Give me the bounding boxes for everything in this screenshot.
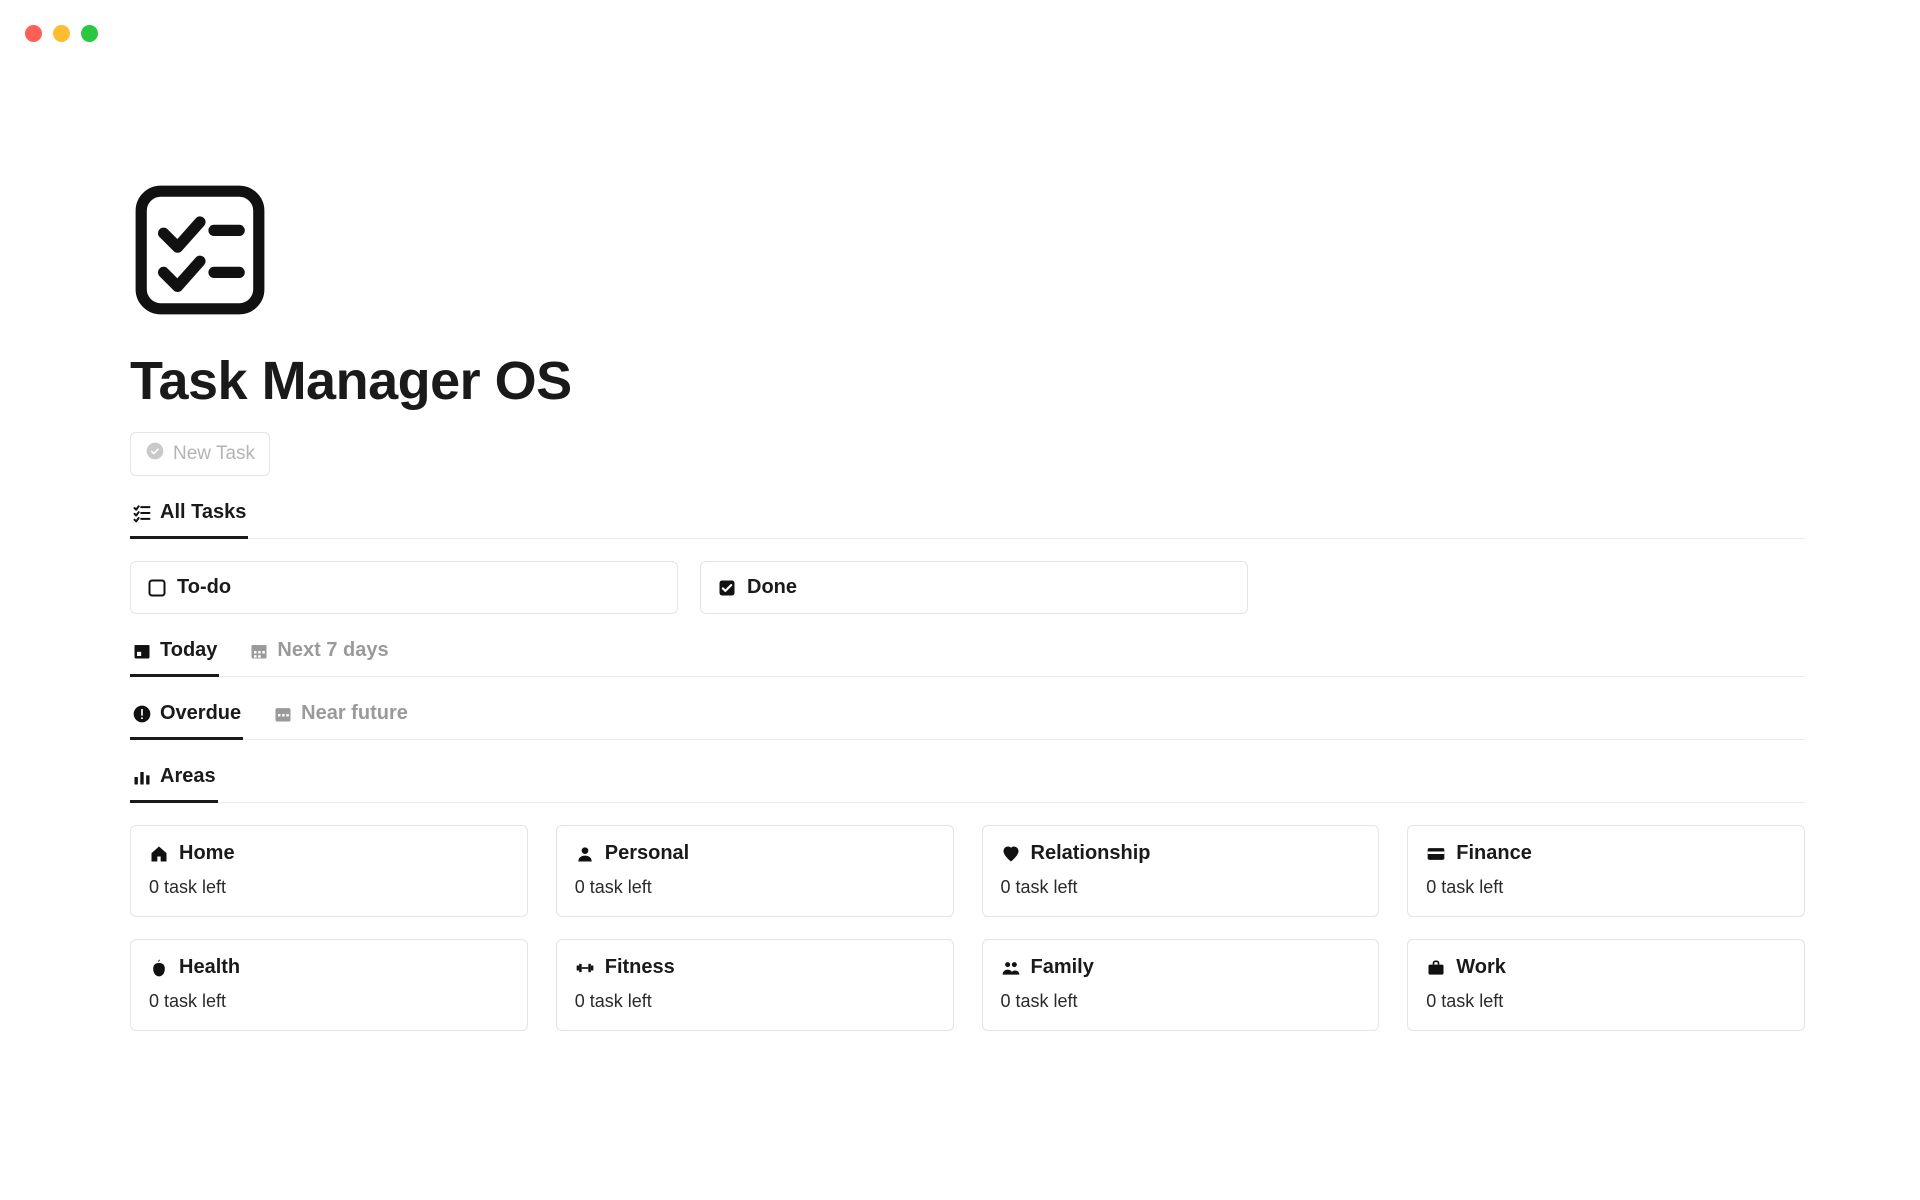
new-task-button[interactable]: New Task <box>130 432 270 476</box>
window-minimize-icon[interactable] <box>53 25 70 42</box>
window-zoom-icon[interactable] <box>81 25 98 42</box>
areas-grid: Home 0 task left Personal 0 task left Re… <box>130 825 1805 1031</box>
tab-areas[interactable]: Areas <box>130 765 218 803</box>
area-sub: 0 task left <box>1426 991 1786 1012</box>
area-name: Relationship <box>1031 842 1151 865</box>
area-name: Finance <box>1456 842 1532 865</box>
square-check-icon <box>717 578 737 598</box>
area-name: Health <box>179 956 240 979</box>
area-name: Home <box>179 842 235 865</box>
page-root: Task Manager OS New Task All Tasks To-do <box>130 180 1805 1031</box>
area-sub: 0 task left <box>149 877 509 898</box>
window-traffic-lights <box>25 25 98 42</box>
checklist-hero-icon <box>130 180 1805 320</box>
new-task-label: New Task <box>173 443 255 465</box>
area-sub: 0 task left <box>575 991 935 1012</box>
calendar-icon <box>273 704 293 724</box>
house-icon <box>149 844 169 864</box>
tab-all-tasks-label: All Tasks <box>160 501 246 524</box>
list-check-icon <box>132 503 152 523</box>
tab-today-label: Today <box>160 639 217 662</box>
tab-next7[interactable]: Next 7 days <box>247 639 390 677</box>
area-card-health[interactable]: Health 0 task left <box>130 939 528 1031</box>
tabrow-areas: Areas <box>130 764 1805 803</box>
status-todo-label: To-do <box>177 576 231 599</box>
tabrow-time: Today Next 7 days <box>130 638 1805 677</box>
area-card-home[interactable]: Home 0 task left <box>130 825 528 917</box>
area-sub: 0 task left <box>149 991 509 1012</box>
area-name: Work <box>1456 956 1506 979</box>
tab-areas-label: Areas <box>160 765 216 788</box>
window-close-icon[interactable] <box>25 25 42 42</box>
tabrow-all-tasks: All Tasks <box>130 500 1805 539</box>
status-done-label: Done <box>747 576 797 599</box>
area-card-work[interactable]: Work 0 task left <box>1407 939 1805 1031</box>
briefcase-icon <box>1426 958 1446 978</box>
square-icon <box>147 578 167 598</box>
tab-near-future[interactable]: Near future <box>271 702 410 740</box>
check-circle-icon <box>145 441 165 467</box>
tab-next7-label: Next 7 days <box>277 639 388 662</box>
area-card-finance[interactable]: Finance 0 task left <box>1407 825 1805 917</box>
user-icon <box>575 844 595 864</box>
area-name: Family <box>1031 956 1094 979</box>
calendar-day-icon <box>132 641 152 661</box>
tab-near-future-label: Near future <box>301 702 408 725</box>
area-sub: 0 task left <box>1426 877 1786 898</box>
calendar-days-icon <box>249 641 269 661</box>
area-name: Fitness <box>605 956 675 979</box>
tab-today[interactable]: Today <box>130 639 219 677</box>
area-sub: 0 task left <box>575 877 935 898</box>
tab-overdue[interactable]: Overdue <box>130 702 243 740</box>
area-sub: 0 task left <box>1001 877 1361 898</box>
area-name: Personal <box>605 842 689 865</box>
status-card-done[interactable]: Done <box>700 561 1248 614</box>
users-icon <box>1001 958 1021 978</box>
alert-circle-icon <box>132 704 152 724</box>
area-card-relationship[interactable]: Relationship 0 task left <box>982 825 1380 917</box>
tab-all-tasks[interactable]: All Tasks <box>130 501 248 539</box>
tabrow-due: Overdue Near future <box>130 701 1805 740</box>
credit-card-icon <box>1426 844 1446 864</box>
chart-bar-icon <box>132 767 152 787</box>
status-card-todo[interactable]: To-do <box>130 561 678 614</box>
area-sub: 0 task left <box>1001 991 1361 1012</box>
heart-icon <box>1001 844 1021 864</box>
apple-icon <box>149 958 169 978</box>
status-row: To-do Done <box>130 561 1805 614</box>
area-card-family[interactable]: Family 0 task left <box>982 939 1380 1031</box>
area-card-fitness[interactable]: Fitness 0 task left <box>556 939 954 1031</box>
dumbbell-icon <box>575 958 595 978</box>
area-card-personal[interactable]: Personal 0 task left <box>556 825 954 917</box>
page-title: Task Manager OS <box>130 350 1805 412</box>
tab-overdue-label: Overdue <box>160 702 241 725</box>
